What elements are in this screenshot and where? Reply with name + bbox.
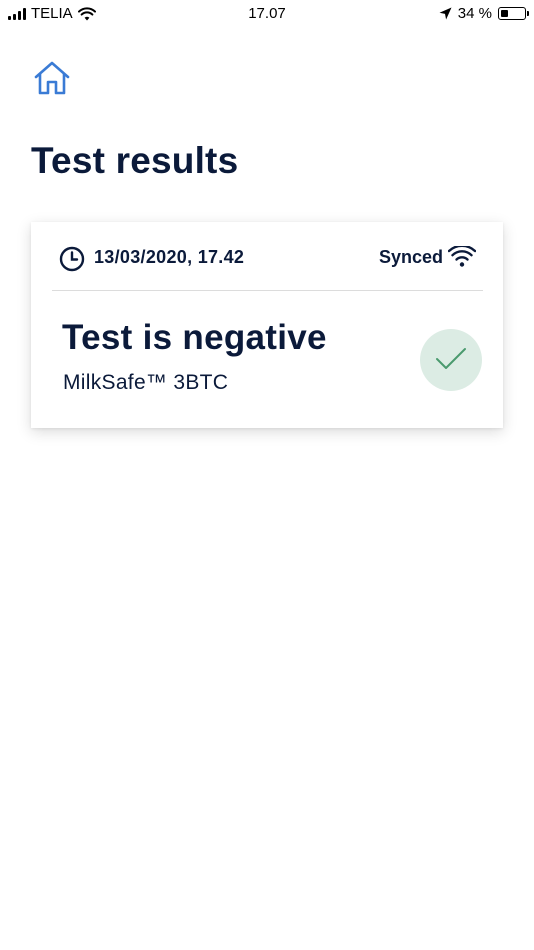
battery-fill bbox=[501, 10, 508, 17]
test-result: Test is negative bbox=[62, 318, 327, 357]
status-bar-right: 34 % bbox=[439, 5, 529, 22]
product-name: MilkSafe™ 3BTC bbox=[63, 371, 229, 394]
battery-icon bbox=[498, 7, 529, 20]
checkmark-icon bbox=[436, 348, 466, 369]
negative-status-badge bbox=[420, 329, 482, 391]
home-icon bbox=[34, 61, 70, 95]
sync-status: Synced bbox=[378, 247, 443, 267]
test-result-card[interactable]: 13/03/2020, 17.42 Synced Test is negativ… bbox=[31, 222, 503, 428]
page-title: Test results bbox=[31, 140, 239, 181]
home-button[interactable] bbox=[32, 58, 72, 98]
test-timestamp: 13/03/2020, 17.42 bbox=[94, 247, 245, 267]
battery-percentage: 34 % bbox=[457, 5, 492, 22]
card-divider bbox=[52, 290, 483, 291]
status-bar: TELIA 17.07 34 % bbox=[0, 0, 534, 28]
clock-icon bbox=[59, 246, 85, 272]
card-header: 13/03/2020, 17.42 Synced bbox=[31, 222, 503, 292]
location-arrow-icon bbox=[439, 7, 452, 20]
wifi-icon bbox=[448, 246, 476, 267]
